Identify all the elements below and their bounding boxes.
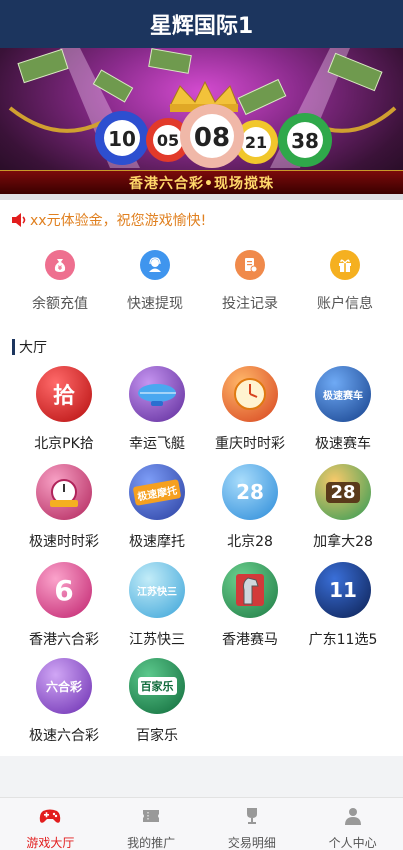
game-speed-ssc[interactable]: 极速时时彩 xyxy=(14,464,114,556)
section-title: 大厅 xyxy=(19,340,47,356)
racing-icon: 极速赛车 xyxy=(315,366,371,422)
game-label: 香港赛马 xyxy=(222,632,278,648)
quick-action-account-info[interactable]: 账户信息 xyxy=(303,250,387,320)
game-label: 加拿大28 xyxy=(313,534,373,550)
game-label: 广东11选5 xyxy=(308,632,378,648)
svg-text:10: 10 xyxy=(108,127,136,151)
app-title: 星辉国际1 xyxy=(149,14,254,39)
game-speed-moto[interactable]: 极速摩托 极速摩托 xyxy=(107,464,207,556)
ball-28-icon: 28 xyxy=(222,464,278,520)
tab-my-promotion[interactable]: 我的推广 xyxy=(101,798,202,850)
game-label: 极速六合彩 xyxy=(29,728,99,744)
game-baccarat[interactable]: 百家乐 百家乐 xyxy=(107,658,207,750)
promo-banner[interactable]: 10 05 21 38 08 香港六合彩•现场搅珠 xyxy=(0,48,403,194)
game-label: 香港六合彩 xyxy=(29,632,99,648)
tab-label: 游戏大厅 xyxy=(26,836,75,850)
tab-label: 交易明细 xyxy=(227,836,276,850)
tab-label: 我的推广 xyxy=(127,836,176,850)
record-document-icon xyxy=(235,250,265,280)
game-canada-28[interactable]: 28 加拿大28 xyxy=(293,464,393,556)
game-label: 幸运飞艇 xyxy=(129,436,185,452)
game-lucky-airship[interactable]: 幸运飞艇 xyxy=(107,366,207,458)
quick-action-bet-records[interactable]: 投注记录 xyxy=(208,250,292,320)
game-label: 极速赛车 xyxy=(315,436,371,452)
gamepad-icon xyxy=(40,809,61,823)
notice-bar: xx元体验金，祝您游戏愉快! xyxy=(10,210,206,230)
app-header: 星辉国际1 xyxy=(0,0,403,48)
quick-action-label: 账户信息 xyxy=(317,296,373,312)
speaker-icon xyxy=(12,213,26,227)
speed-mark-six-icon: 六合彩 xyxy=(36,658,92,714)
hall-section-title: 大厅 xyxy=(12,338,47,356)
game-label: 极速摩托 xyxy=(129,534,185,550)
horse-icon xyxy=(222,562,278,618)
game-hk-mark-six[interactable]: 6 香港六合彩 xyxy=(14,562,114,654)
airship-icon xyxy=(129,366,185,422)
money-bag-icon: ¥ xyxy=(45,250,75,280)
quick-action-withdraw[interactable]: 快速提现 xyxy=(113,250,197,320)
gift-icon xyxy=(330,250,360,280)
ball-11-icon: 11 xyxy=(315,562,371,618)
quick-action-label: 快速提现 xyxy=(127,296,183,312)
quick-action-label: 投注记录 xyxy=(222,296,278,312)
svg-text:38: 38 xyxy=(291,129,319,153)
tab-label: 个人中心 xyxy=(328,836,377,850)
section-marker xyxy=(12,339,15,355)
quick-action-label: 余额充值 xyxy=(32,296,88,312)
game-chongqing-ssc[interactable]: 重庆时时彩 xyxy=(200,366,300,458)
clock-icon xyxy=(222,366,278,422)
user-icon xyxy=(344,808,361,825)
svg-text:08: 08 xyxy=(194,123,230,153)
game-speed-racing[interactable]: 极速赛车 极速赛车 xyxy=(293,366,393,458)
quick-action-recharge[interactable]: ¥ 余额充值 xyxy=(18,250,102,320)
dice-28-icon: 28 xyxy=(315,464,371,520)
tab-transactions[interactable]: 交易明细 xyxy=(202,798,303,850)
svg-text:21: 21 xyxy=(245,133,267,152)
game-hk-horse-racing[interactable]: 香港赛马 xyxy=(200,562,300,654)
ticket-icon xyxy=(143,810,160,822)
game-label: 北京PK拾 xyxy=(34,436,94,452)
game-guangdong-11x5[interactable]: 11 广东11选5 xyxy=(293,562,393,654)
baccarat-cards-icon: 百家乐 xyxy=(129,658,185,714)
game-label: 极速时时彩 xyxy=(29,534,99,550)
timer-icon xyxy=(36,464,92,520)
pk10-icon: 拾 xyxy=(36,366,92,422)
game-label: 北京28 xyxy=(227,534,273,550)
game-speed-mark-six[interactable]: 六合彩 极速六合彩 xyxy=(14,658,114,750)
tab-game-hall[interactable]: 游戏大厅 xyxy=(0,798,101,850)
game-label: 重庆时时彩 xyxy=(215,436,285,452)
svg-text:05: 05 xyxy=(157,131,179,150)
game-beijing-28[interactable]: 28 北京28 xyxy=(200,464,300,556)
game-label: 百家乐 xyxy=(136,728,178,744)
game-jiangsu-k3[interactable]: 江苏快三 江苏快三 xyxy=(107,562,207,654)
mark-six-icon: 6 xyxy=(36,562,92,618)
bottom-tab-bar: 游戏大厅 我的推广 交易明细 个人中心 xyxy=(0,797,403,850)
notice-text: xx元体验金，祝您游戏愉快! xyxy=(30,213,207,229)
banner-caption: 香港六合彩•现场搅珠 xyxy=(0,170,403,194)
game-beijing-pk10[interactable]: 拾 北京PK拾 xyxy=(14,366,114,458)
moto-icon: 极速摩托 xyxy=(129,464,185,520)
trophy-icon xyxy=(246,808,257,824)
support-agent-icon xyxy=(140,250,170,280)
k3-icon: 江苏快三 xyxy=(129,562,185,618)
tab-profile[interactable]: 个人中心 xyxy=(302,798,403,850)
game-label: 江苏快三 xyxy=(129,632,185,648)
